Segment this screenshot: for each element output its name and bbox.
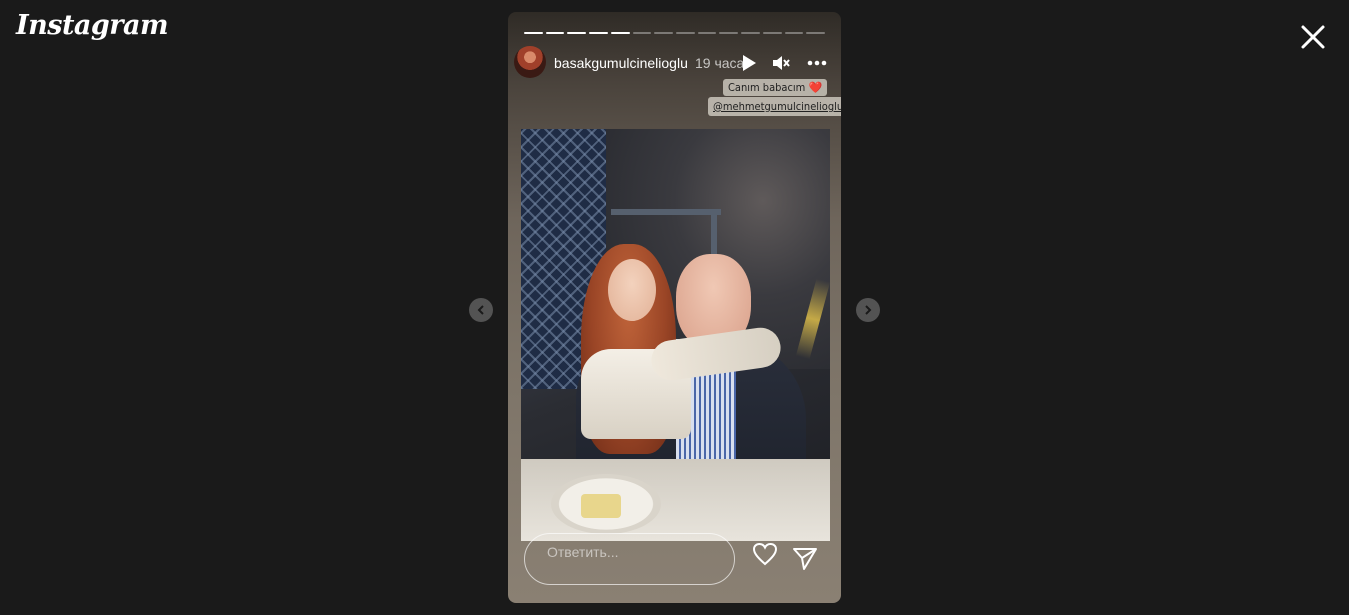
instagram-logo[interactable]: Instagram: [16, 10, 169, 41]
story-mention-link[interactable]: @mehmetgumulcinelioglu: [708, 97, 841, 116]
close-icon[interactable]: [1298, 22, 1328, 52]
story-photo: [521, 129, 830, 541]
progress-segment: [762, 32, 782, 34]
progress-segment: [806, 32, 826, 34]
progress-segment: [697, 32, 717, 34]
progress-segment: [545, 32, 565, 34]
story-caption-text: Canım babacım ❤️: [723, 79, 828, 96]
reply-field[interactable]: [524, 533, 735, 585]
story-author-username[interactable]: basakgumulcinelioglu: [554, 55, 688, 71]
chevron-right-icon[interactable]: [856, 298, 880, 322]
progress-segment: [784, 32, 804, 34]
progress-segment: [610, 32, 630, 34]
avatar[interactable]: [514, 46, 546, 78]
progress-segment: [632, 32, 652, 34]
story-viewer[interactable]: basakgumulcinelioglu 19 часа Canım babac…: [508, 12, 841, 603]
progress-segment: [524, 32, 543, 34]
muted-speaker-icon[interactable]: [770, 52, 792, 74]
progress-segment: [741, 32, 760, 34]
progress-segment: [676, 32, 695, 34]
more-dots-icon[interactable]: [806, 52, 828, 74]
reply-input[interactable]: [545, 542, 719, 562]
progress-segment: [567, 32, 587, 34]
heart-icon[interactable]: [751, 540, 779, 568]
send-icon[interactable]: [791, 545, 819, 573]
progress-segment: [719, 32, 739, 34]
progress-segment: [654, 32, 674, 34]
chevron-left-icon[interactable]: [469, 298, 493, 322]
story-timestamp: 19 часа: [695, 55, 745, 71]
progress-segment: [589, 32, 608, 34]
story-progress: [524, 32, 826, 34]
play-icon[interactable]: [738, 52, 760, 74]
